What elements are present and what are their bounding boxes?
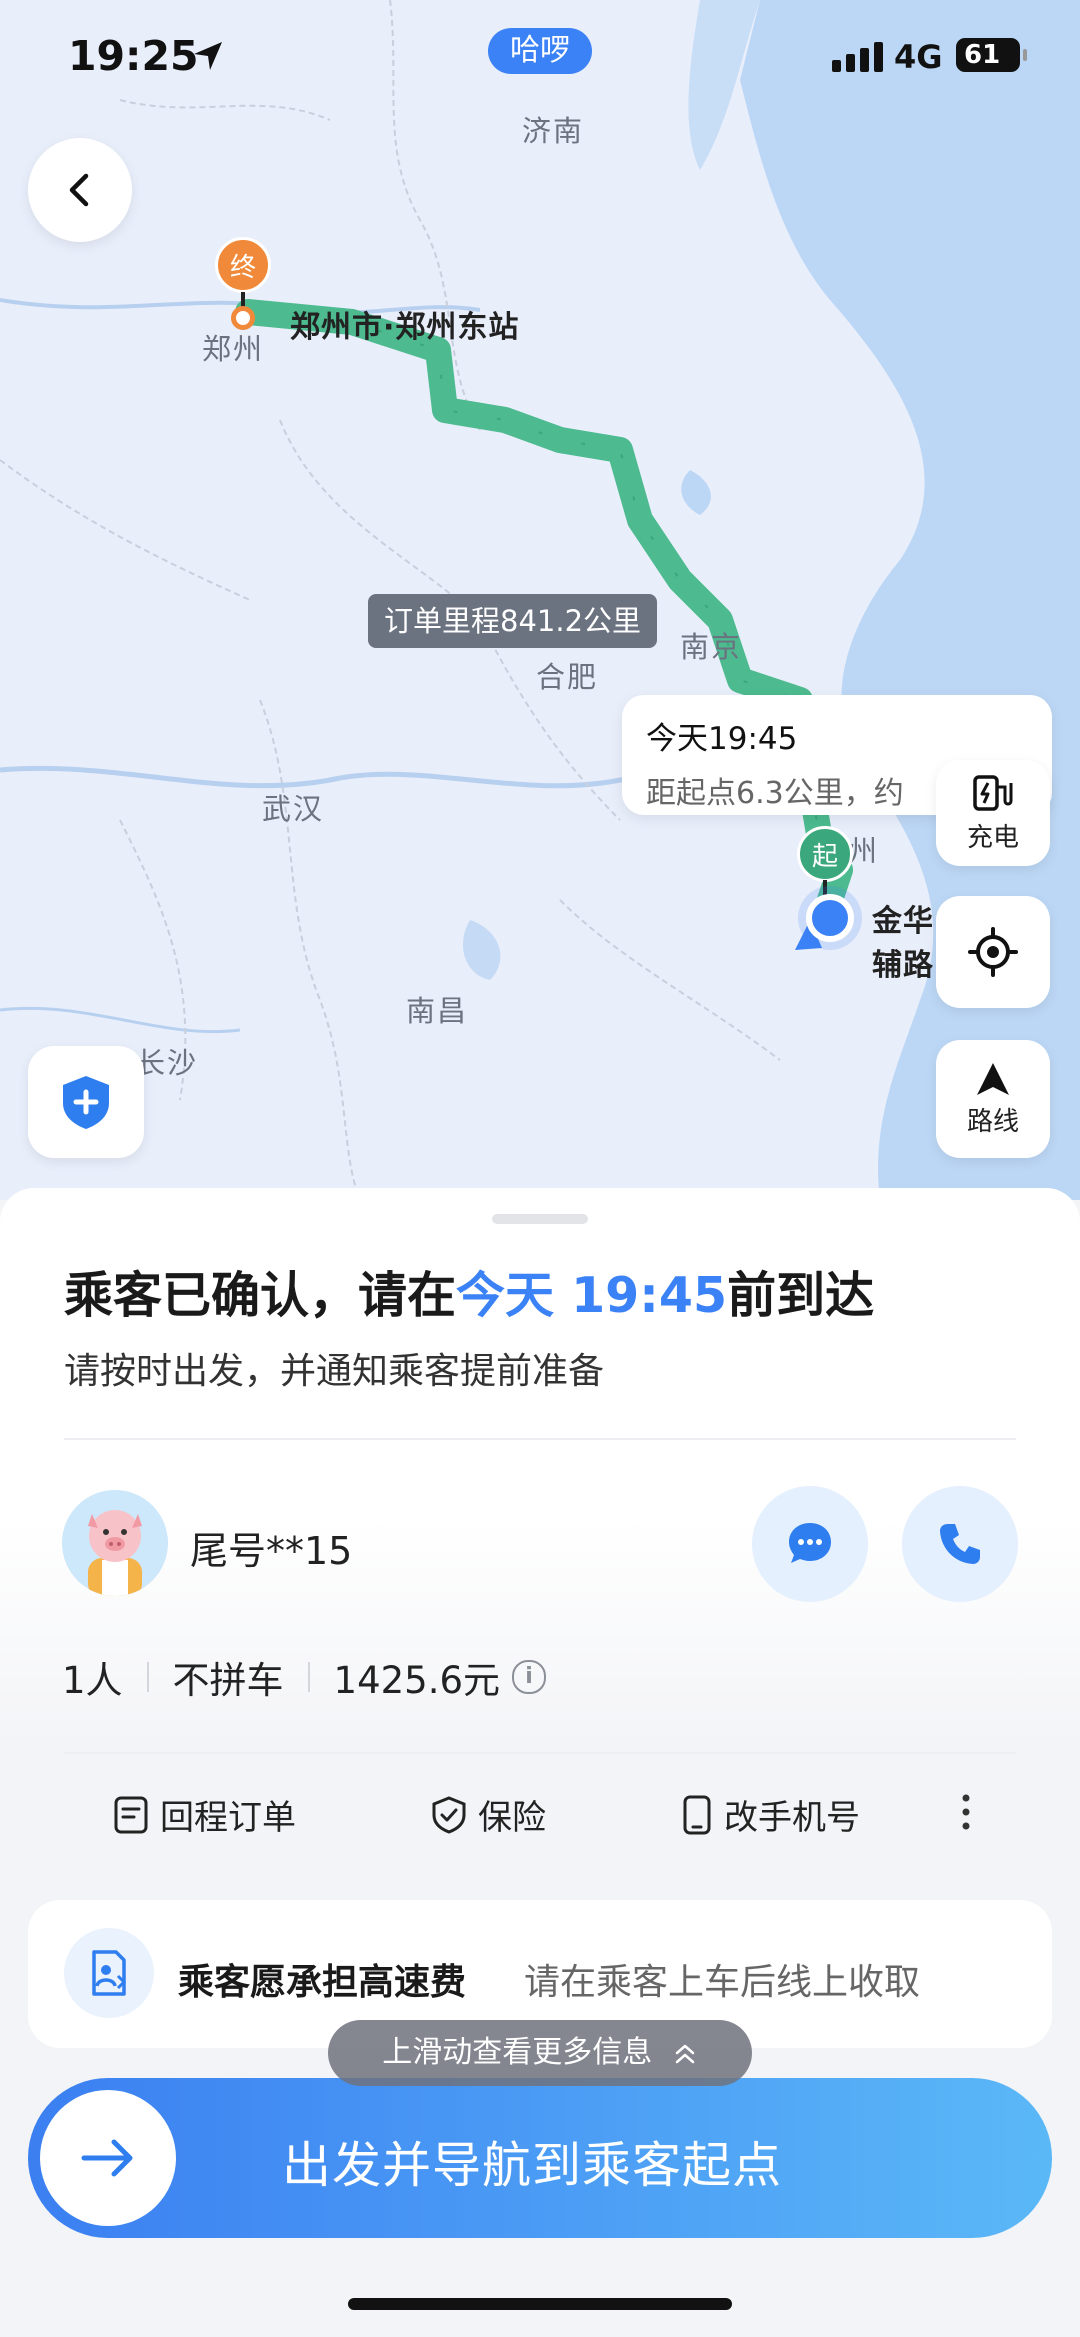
go-arrow-circle[interactable] (40, 2090, 176, 2226)
order-price: 1425.6元 (333, 1659, 501, 1702)
headline-prefix: 乘客已确认，请在 (64, 1267, 457, 1324)
document-icon (114, 1796, 148, 1833)
divider (64, 1752, 1016, 1754)
destination-label: 郑州市·郑州东站 (290, 310, 520, 345)
shield-check-icon (432, 1795, 466, 1834)
app-indicator-pill[interactable]: 哈啰 (488, 28, 592, 74)
double-chevron-up-icon (675, 2044, 695, 2063)
separator (307, 1662, 310, 1692)
info-icon[interactable]: i (512, 1660, 547, 1694)
confirm-headline: 乘客已确认，请在今天 19:45前到达 (64, 1256, 874, 1327)
toll-icon-wrap (64, 1928, 154, 2018)
origin-label: 金华 (872, 904, 934, 939)
phone-icon (940, 1524, 980, 1564)
chevron-left-icon (69, 173, 89, 207)
order-meta: 1人 不拼车 1425.6元 i (62, 1650, 547, 1704)
status-time: 19:25 (68, 32, 199, 80)
more-options-icon[interactable] (960, 1792, 972, 1832)
city-label: 济南 (522, 114, 585, 148)
origin-label-line2: 辅路 (872, 948, 934, 983)
charge-label: 充电 (966, 822, 1019, 853)
arrow-right-icon (81, 2139, 133, 2177)
city-label: 南京 (680, 630, 743, 664)
home-indicator[interactable] (348, 2298, 732, 2310)
back-button[interactable] (28, 138, 132, 242)
safety-button[interactable] (28, 1046, 144, 1158)
status-bar: 19:25 哈啰 4G 61 (0, 0, 1080, 110)
insurance-action[interactable]: 保险 (430, 1790, 546, 1839)
route-label: 路线 (966, 1106, 1019, 1137)
start-navigation-label: 出发并导航到乘客起点 (282, 2137, 783, 2194)
shield-icon (63, 1076, 109, 1129)
toll-title: 乘客愿承担高速费 (178, 1962, 467, 2003)
passenger-document-icon (92, 1950, 127, 1996)
return-order-label: 回程订单 (160, 1798, 296, 1838)
charge-button[interactable]: 充电 (936, 760, 1050, 866)
current-location-dot (806, 894, 854, 942)
city-label: 郑州 (202, 332, 265, 366)
sheet-drag-handle[interactable] (492, 1214, 588, 1224)
city-label: 长沙 (136, 1046, 199, 1080)
map-view[interactable]: 济南 郑州 南京 合肥 武汉 南昌 长沙 州 终 郑州市·郑州东站 订单里程84… (0, 0, 1080, 1200)
change-phone-label: 改手机号 (724, 1798, 860, 1838)
call-button[interactable] (902, 1486, 1018, 1602)
navigation-arrow-icon (977, 1062, 1009, 1095)
start-marker: 起 (797, 826, 853, 882)
headline-suffix: 前到达 (727, 1267, 875, 1324)
slide-up-hint[interactable]: 上滑动查看更多信息 (328, 2020, 752, 2086)
chat-bubble-icon (789, 1523, 831, 1563)
passenger-count: 1人 (62, 1659, 123, 1702)
locate-button[interactable] (936, 896, 1050, 1008)
route-button[interactable]: 路线 (936, 1040, 1050, 1158)
pickup-time: 今天19:45 (646, 721, 798, 757)
message-button[interactable] (752, 1486, 868, 1602)
city-label: 武汉 (262, 792, 325, 826)
carpool-type: 不拼车 (172, 1659, 284, 1702)
return-order-action[interactable]: 回程订单 (112, 1790, 296, 1839)
confirm-subline: 请按时出发，并通知乘客提前准备 (64, 1351, 605, 1392)
insurance-label: 保险 (478, 1798, 546, 1838)
headline-time: 今天 19:45 (456, 1267, 728, 1324)
separator (146, 1662, 149, 1692)
toll-hint: 请在乘客上车后线上收取 (524, 1962, 921, 2003)
avatar[interactable] (62, 1490, 168, 1596)
slide-up-hint-text: 上滑动查看更多信息 (382, 2035, 653, 2070)
charging-station-icon (973, 774, 1013, 811)
network-type: 4G (894, 38, 943, 76)
city-label: 南昌 (406, 994, 469, 1028)
end-marker: 终 (215, 237, 271, 293)
battery-indicator: 61 (956, 38, 1027, 72)
end-point (231, 306, 255, 330)
order-distance-tag: 订单里程841.2公里 (368, 594, 658, 648)
pig-avatar-icon (88, 1510, 142, 1596)
location-services-icon (194, 42, 222, 70)
city-label: 合肥 (536, 660, 599, 694)
locate-icon (968, 927, 1018, 977)
passenger-name: 尾号**15 (190, 1529, 353, 1573)
change-phone-action[interactable]: 改手机号 (680, 1790, 860, 1839)
signal-icon (832, 42, 883, 72)
mobile-phone-icon (683, 1795, 711, 1834)
